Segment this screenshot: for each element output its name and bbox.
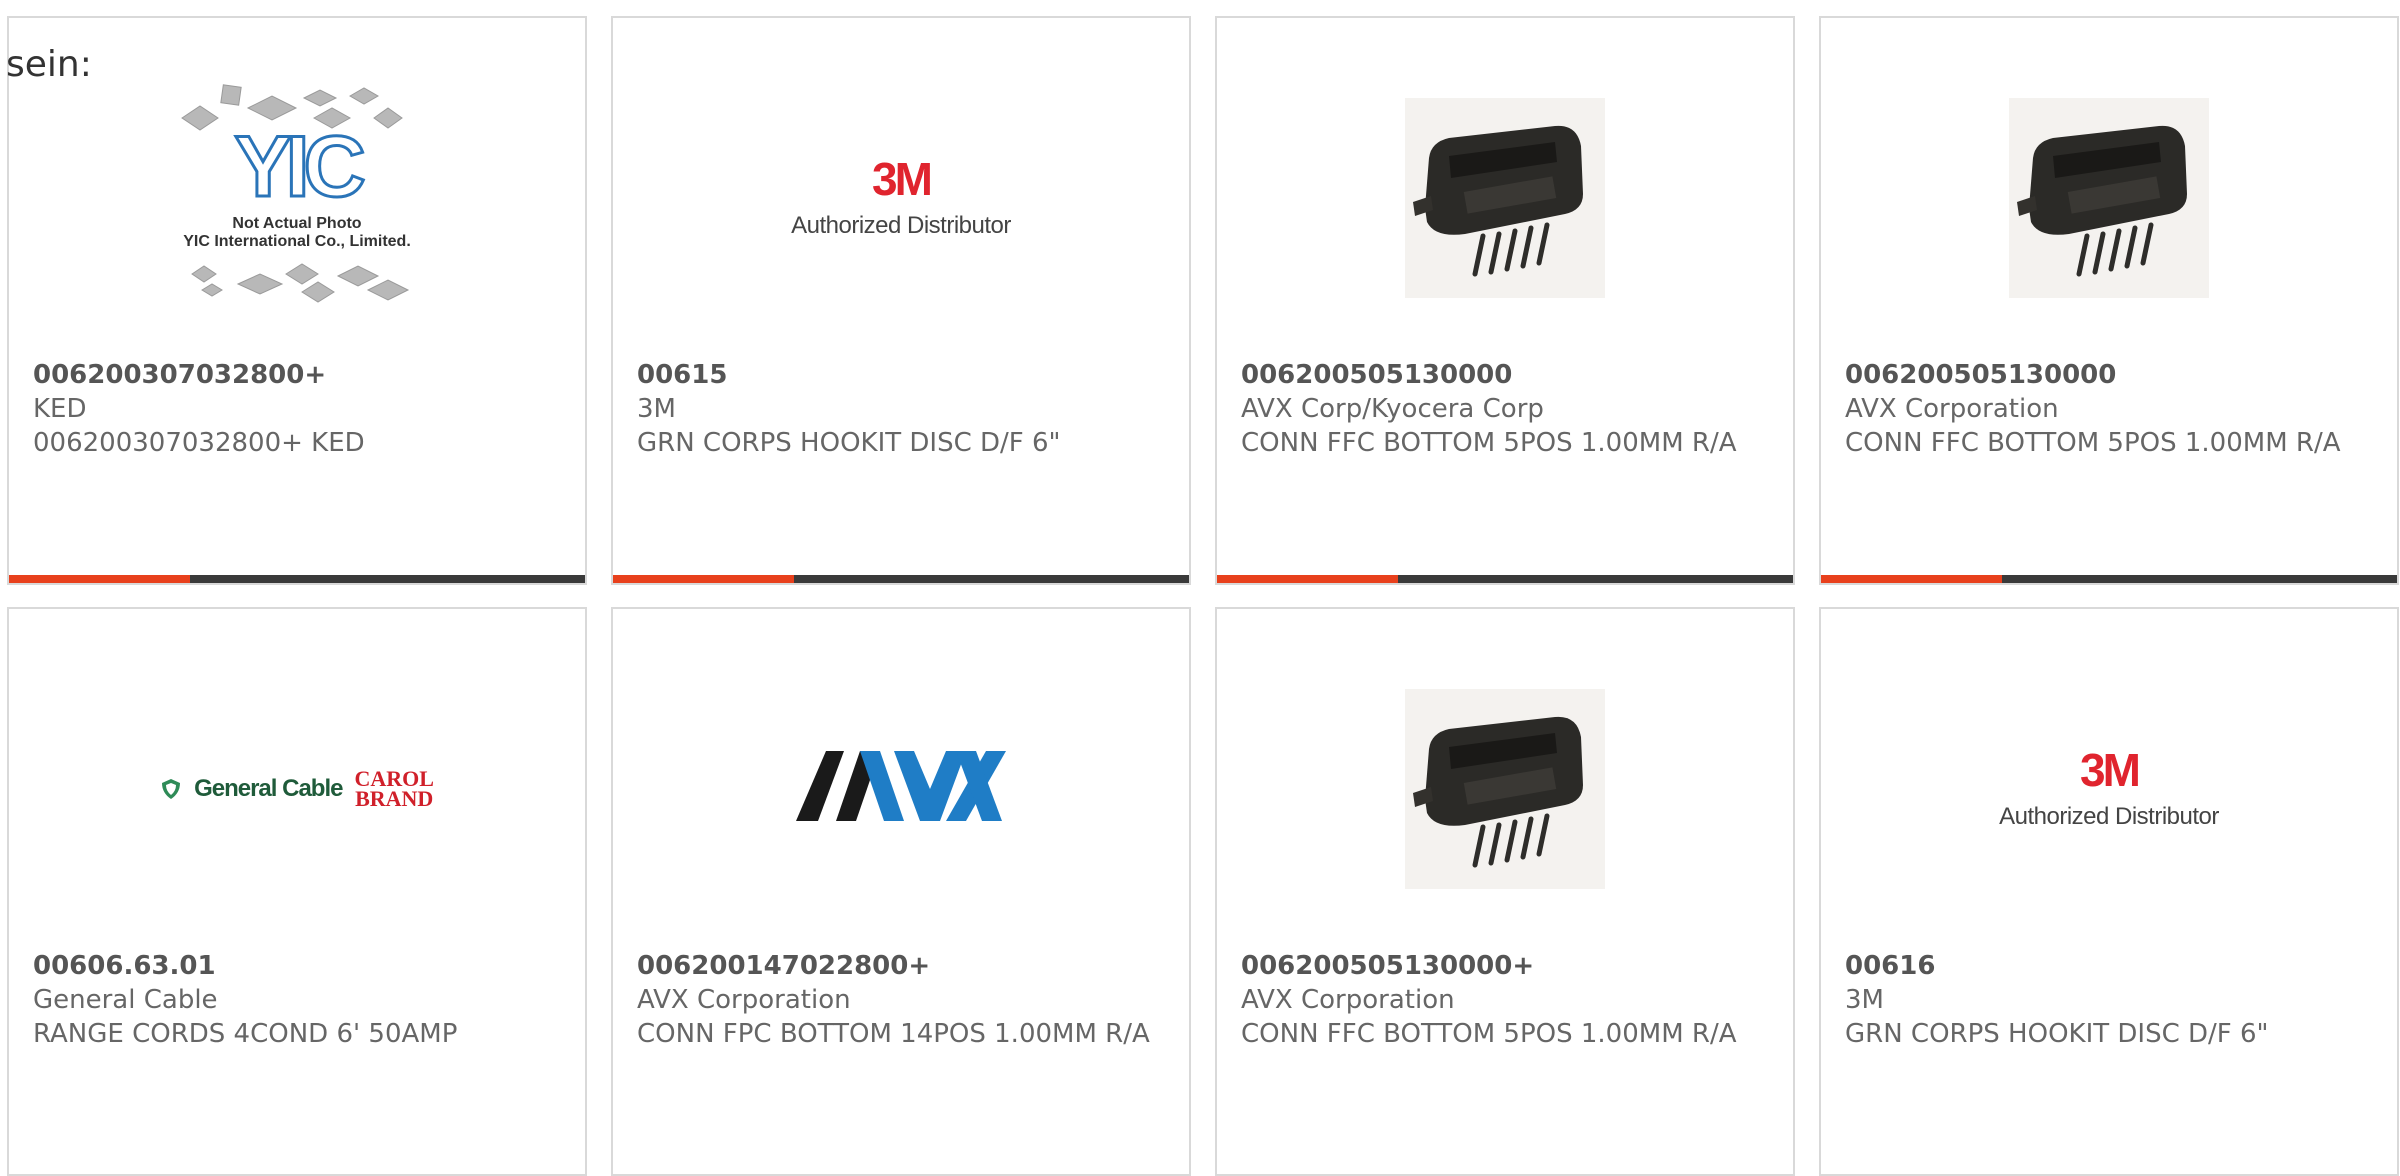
description: CONN FFC BOTTOM 5POS 1.00MM R/A xyxy=(1845,428,2341,458)
card-accent-bar xyxy=(1217,575,1793,583)
description: 006200307032800+ KED xyxy=(33,428,365,458)
yic-placeholder-image: YIC Not Actual Photo YIC International C… xyxy=(181,84,411,303)
part-number[interactable]: 006200307032800+ xyxy=(33,358,573,392)
product-card[interactable]: YIC Not Actual Photo YIC International C… xyxy=(7,16,587,585)
part-number[interactable]: 006200505130000 xyxy=(1241,358,1781,392)
3m-logo: 3M Authorized Distributor xyxy=(1999,747,2219,831)
product-card[interactable]: 3M Authorized Distributor 00616 3M GRN C… xyxy=(1819,607,2399,1176)
card-accent-bar xyxy=(613,575,1189,583)
yic-notice-line1: Not Actual Photo xyxy=(232,215,361,232)
3m-logo-mark: 3M xyxy=(2080,744,2141,796)
part-number[interactable]: 006200505130000+ xyxy=(1241,949,1781,983)
connector-photo xyxy=(1405,98,1605,298)
manufacturer: AVX Corporation xyxy=(1845,394,2059,424)
product-grid: YIC Not Actual Photo YIC International C… xyxy=(7,16,2400,1176)
part-number[interactable]: 006200505130000 xyxy=(1845,358,2385,392)
manufacturer: AVX Corporation xyxy=(1241,985,1455,1015)
avx-logo xyxy=(796,751,1006,821)
card-accent-bar xyxy=(9,575,585,583)
product-card[interactable]: 006200505130000 AVX Corp/Kyocera Corp CO… xyxy=(1215,16,1795,585)
product-card[interactable]: 006200505130000 AVX Corporation CONN FFC… xyxy=(1819,16,2399,585)
product-image[interactable] xyxy=(1217,78,1793,318)
carol-logo-bottom: BRAND xyxy=(355,786,434,811)
product-image[interactable] xyxy=(1821,78,2397,318)
description: GRN CORPS HOOKIT DISC D/F 6" xyxy=(1845,1019,2269,1049)
manufacturer: KED xyxy=(33,394,87,424)
part-number[interactable]: 00606.63.01 xyxy=(33,949,573,983)
shield-icon xyxy=(162,779,181,799)
3m-logo-mark: 3M xyxy=(872,153,933,205)
product-card[interactable]: 3M Authorized Distributor 00615 3M GRN C… xyxy=(611,16,1191,585)
description: GRN CORPS HOOKIT DISC D/F 6" xyxy=(637,428,1061,458)
description: CONN FFC BOTTOM 5POS 1.00MM R/A xyxy=(1241,428,1737,458)
card-accent-fill xyxy=(9,575,191,583)
3m-logo-subtitle: Authorized Distributor xyxy=(791,212,1011,239)
card-accent-fill xyxy=(1217,575,1399,583)
product-card[interactable]: 006200147022800+ AVX Corporation CONN FP… xyxy=(611,607,1191,1176)
manufacturer: AVX Corporation xyxy=(637,985,851,1015)
manufacturer: 3M xyxy=(637,394,676,424)
connector-photo xyxy=(2009,98,2209,298)
yic-notice-line2: YIC International Co., Limited. xyxy=(183,233,411,250)
manufacturer: General Cable xyxy=(33,985,218,1015)
part-number[interactable]: 00615 xyxy=(637,358,1177,392)
product-image[interactable]: 3M Authorized Distributor xyxy=(1821,669,2397,909)
carol-brand-logo: CAROL BRAND xyxy=(354,768,434,811)
product-image[interactable] xyxy=(613,669,1189,909)
card-accent-fill xyxy=(1821,575,2003,583)
card-accent-fill xyxy=(613,575,795,583)
manufacturer: AVX Corp/Kyocera Corp xyxy=(1241,394,1544,424)
part-number[interactable]: 00616 xyxy=(1845,949,2385,983)
description: CONN FPC BOTTOM 14POS 1.00MM R/A xyxy=(637,1019,1150,1049)
general-cable-logo-text: General Cable xyxy=(194,775,343,802)
product-card[interactable]: 006200505130000+ AVX Corporation CONN FF… xyxy=(1215,607,1795,1176)
3m-logo: 3M Authorized Distributor xyxy=(791,156,1011,240)
manufacturer: 3M xyxy=(1845,985,1884,1015)
product-image[interactable]: YIC Not Actual Photo YIC International C… xyxy=(9,78,585,318)
product-image[interactable]: 3M Authorized Distributor xyxy=(613,78,1189,318)
description: CONN FFC BOTTOM 5POS 1.00MM R/A xyxy=(1241,1019,1737,1049)
3m-logo-subtitle: Authorized Distributor xyxy=(1999,803,2219,830)
product-image[interactable] xyxy=(1217,669,1793,909)
connector-photo xyxy=(1405,689,1605,889)
card-accent-bar xyxy=(1821,575,2397,583)
lead-text: sein: xyxy=(6,44,92,85)
product-card[interactable]: General Cable CAROL BRAND 00606.63.01 Ge… xyxy=(7,607,587,1176)
description: RANGE CORDS 4COND 6' 50AMP xyxy=(33,1019,458,1049)
general-cable-logo: General Cable CAROL BRAND xyxy=(160,768,434,811)
part-number[interactable]: 006200147022800+ xyxy=(637,949,1177,983)
product-image[interactable]: General Cable CAROL BRAND xyxy=(9,669,585,909)
yic-brand-text: YIC xyxy=(234,119,363,215)
